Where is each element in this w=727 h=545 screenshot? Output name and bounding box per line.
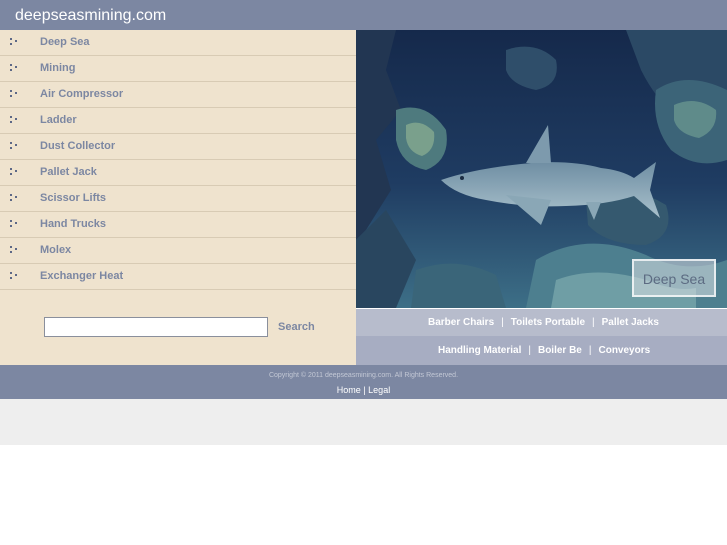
link-conveyors[interactable]: Conveyors bbox=[598, 345, 650, 356]
sidebar-item-label[interactable]: Mining bbox=[40, 62, 75, 75]
site-header: deepseasmining.com bbox=[0, 0, 727, 30]
footer-home-link[interactable]: Home bbox=[337, 385, 361, 395]
sidebar-item-label[interactable]: Exchanger Heat bbox=[40, 270, 123, 283]
sidebar: Deep Sea Mining Air Compressor Ladder Du… bbox=[0, 30, 356, 365]
link-boiler-be[interactable]: Boiler Be bbox=[538, 345, 582, 356]
search-button[interactable]: Search bbox=[278, 321, 315, 334]
copyright-text: Copyright © 2011 deepseasmining.com. All… bbox=[268, 372, 459, 379]
sidebar-item-label[interactable]: Deep Sea bbox=[40, 36, 90, 49]
bullet-icon bbox=[10, 168, 18, 176]
bullet-icon bbox=[10, 64, 18, 72]
link-separator: | bbox=[588, 345, 592, 356]
bullet-icon bbox=[10, 116, 18, 124]
sidebar-item-pallet-jack[interactable]: Pallet Jack bbox=[0, 160, 356, 186]
footer-separator: | bbox=[363, 385, 366, 395]
bullet-icon bbox=[10, 220, 18, 228]
sidebar-item-scissor-lifts[interactable]: Scissor Lifts bbox=[0, 186, 356, 212]
footer-links: Home | Legal bbox=[0, 385, 727, 396]
bottom-band bbox=[0, 399, 727, 445]
bullet-icon bbox=[10, 194, 18, 202]
bullet-icon bbox=[10, 272, 18, 280]
sidebar-nav: Deep Sea Mining Air Compressor Ladder Du… bbox=[0, 30, 356, 290]
bullet-icon bbox=[10, 142, 18, 150]
sidebar-item-dust-collector[interactable]: Dust Collector bbox=[0, 134, 356, 160]
sidebar-item-exchanger-heat[interactable]: Exchanger Heat bbox=[0, 264, 356, 290]
sidebar-item-hand-trucks[interactable]: Hand Trucks bbox=[0, 212, 356, 238]
sidebar-item-label[interactable]: Hand Trucks bbox=[40, 218, 106, 231]
sidebar-item-label[interactable]: Scissor Lifts bbox=[40, 192, 106, 205]
sidebar-item-label[interactable]: Dust Collector bbox=[40, 140, 115, 153]
link-separator: | bbox=[501, 317, 504, 328]
sidebar-item-label[interactable]: Molex bbox=[40, 244, 71, 257]
bullet-icon bbox=[10, 90, 18, 98]
sidebar-item-mining[interactable]: Mining bbox=[0, 56, 356, 82]
sidebar-item-label[interactable]: Pallet Jack bbox=[40, 166, 97, 179]
sidebar-item-ladder[interactable]: Ladder bbox=[0, 108, 356, 134]
photo-caption-text: Deep Sea bbox=[642, 271, 706, 287]
link-bar-primary-links: Barber Chairs | Toilets Portable | Pallet Ja… bbox=[428, 317, 659, 329]
site-title-link[interactable]: deepseasmining.com bbox=[15, 7, 166, 25]
link-bar-primary: Barber Chairs | Toilets Portable | Pallet Ja… bbox=[356, 309, 727, 336]
link-bar-secondary-links: Handling Material | Boiler Be | Conveyors bbox=[438, 345, 650, 357]
bullet-icon bbox=[10, 38, 18, 46]
sidebar-item-label[interactable]: Air Compressor bbox=[40, 88, 123, 101]
link-pallet-jacks[interactable]: Pallet Jacks bbox=[602, 317, 659, 328]
site-footer: Copyright © 2011 deepseasmining.com. All… bbox=[0, 365, 727, 399]
sidebar-item-deep-sea[interactable]: Deep Sea bbox=[0, 30, 356, 56]
sidebar-item-label[interactable]: Ladder bbox=[40, 114, 77, 127]
link-toilets-portable[interactable]: Toilets Portable bbox=[511, 317, 585, 328]
bullet-icon bbox=[10, 246, 18, 254]
link-barber-chairs[interactable]: Barber Chairs bbox=[428, 317, 494, 328]
sidebar-item-molex[interactable]: Molex bbox=[0, 238, 356, 264]
footer-legal-link[interactable]: Legal bbox=[368, 385, 390, 395]
sidebar-item-air-compressor[interactable]: Air Compressor bbox=[0, 82, 356, 108]
link-separator: | bbox=[528, 345, 531, 356]
search-input[interactable] bbox=[44, 317, 268, 337]
link-handling-material[interactable]: Handling Material bbox=[438, 345, 521, 356]
photo-caption-box: Deep Sea bbox=[632, 259, 716, 297]
link-bar-secondary: Handling Material | Boiler Be | Conveyors bbox=[356, 336, 727, 365]
link-separator: | bbox=[592, 317, 595, 328]
